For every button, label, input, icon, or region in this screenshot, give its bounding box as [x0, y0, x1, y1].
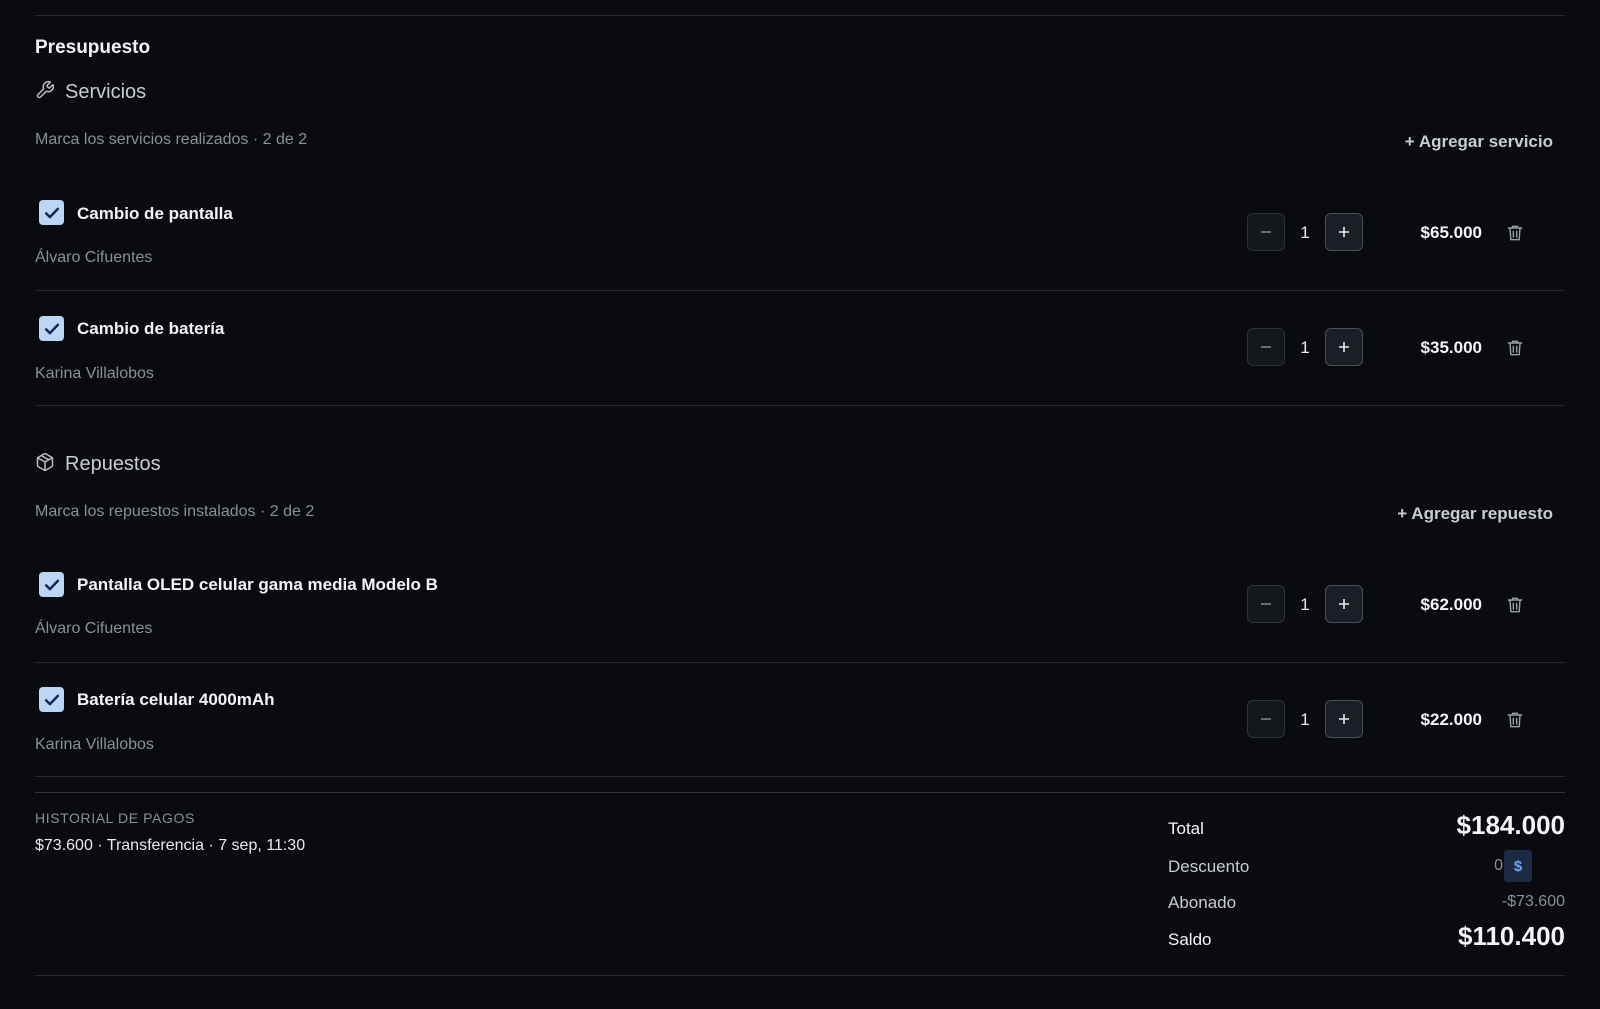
add-part-button[interactable]: + Agregar repuesto [1397, 504, 1553, 524]
part-name: Pantalla OLED celular gama media Modelo … [77, 575, 438, 594]
part-name: Batería celular 4000mAh [77, 690, 275, 709]
parts-header: Repuestos [35, 452, 161, 477]
item-price: $22.000 [1420, 710, 1482, 729]
bottom-divider [35, 975, 1565, 976]
payment-history-label: HISTORIAL DE PAGOS [35, 810, 195, 826]
services-subtitle: Marca los servicios realizados · 2 de 2 [35, 131, 308, 148]
plus-icon [1339, 714, 1349, 724]
trash-icon [1507, 597, 1523, 613]
item-price: $62.000 [1420, 595, 1482, 614]
balance-label: Saldo [1168, 930, 1212, 949]
payment-entry: $73.600 · Transferencia · 7 sep, 11:30 [35, 837, 306, 854]
delete-item-button[interactable] [1505, 710, 1525, 735]
check-icon [44, 207, 59, 218]
part-checkbox[interactable] [39, 687, 64, 712]
increase-quantity-button[interactable] [1325, 328, 1363, 366]
item-price: $65.000 [1420, 223, 1482, 242]
package-icon [35, 452, 55, 477]
service-row: Cambio de batería Karina Villalobos 1 $3… [35, 290, 1565, 405]
parts-title: Repuestos [65, 453, 161, 475]
trash-icon [1507, 225, 1523, 241]
add-service-button[interactable]: + Agregar servicio [1405, 132, 1553, 152]
decrease-quantity-button[interactable] [1247, 700, 1285, 738]
parts-subtitle: Marca los repuestos instalados · 2 de 2 [35, 503, 315, 520]
part-row: Batería celular 4000mAh Karina Villalobo… [35, 662, 1565, 777]
item-price: $35.000 [1420, 338, 1482, 357]
service-technician: Karina Villalobos [35, 365, 154, 382]
delete-item-button[interactable] [1505, 338, 1525, 363]
plus-icon [1339, 599, 1349, 609]
row-divider [35, 405, 1565, 406]
check-icon [44, 323, 59, 334]
quantity-value: 1 [1300, 710, 1310, 729]
budget-title: Presupuesto [35, 37, 151, 58]
paid-label: Abonado [1168, 893, 1237, 912]
increase-quantity-button[interactable] [1325, 213, 1363, 251]
decrease-quantity-button[interactable] [1247, 585, 1285, 623]
wrench-icon [35, 80, 55, 105]
trash-icon [1507, 712, 1523, 728]
discount-type-toggle[interactable]: $ [1504, 850, 1532, 882]
service-row: Cambio de pantalla Álvaro Cifuentes 1 $6… [35, 175, 1565, 290]
part-row: Pantalla OLED celular gama media Modelo … [35, 547, 1565, 662]
service-checkbox[interactable] [39, 200, 64, 225]
delete-item-button[interactable] [1505, 223, 1525, 248]
quantity-value: 1 [1300, 223, 1310, 242]
summary-panel: Total $184.000 Descuento $ Abonado -$73.… [1168, 808, 1565, 958]
trash-icon [1507, 340, 1523, 356]
services-header: Servicios [35, 80, 146, 105]
balance-value: $110.400 [1457, 921, 1565, 951]
part-technician: Álvaro Cifuentes [35, 620, 153, 637]
service-name: Cambio de batería [77, 319, 225, 338]
check-icon [44, 694, 59, 705]
service-name: Cambio de pantalla [77, 204, 233, 223]
quantity-value: 1 [1300, 595, 1310, 614]
discount-input[interactable] [1463, 857, 1503, 875]
top-divider [35, 15, 1565, 16]
check-icon [44, 579, 59, 590]
quantity-value: 1 [1300, 338, 1310, 357]
minus-icon [1261, 603, 1271, 605]
paid-value: -$73.600 [1501, 893, 1565, 910]
minus-icon [1261, 718, 1271, 720]
service-technician: Álvaro Cifuentes [35, 249, 153, 266]
decrease-quantity-button[interactable] [1247, 213, 1285, 251]
service-checkbox[interactable] [39, 316, 64, 341]
discount-label: Descuento [1168, 857, 1250, 876]
total-label: Total [1168, 819, 1204, 838]
plus-icon [1339, 227, 1349, 237]
part-checkbox[interactable] [39, 572, 64, 597]
delete-item-button[interactable] [1505, 595, 1525, 620]
row-divider [35, 776, 1565, 777]
part-technician: Karina Villalobos [35, 736, 154, 753]
services-title: Servicios [65, 81, 147, 103]
plus-icon [1339, 342, 1349, 352]
increase-quantity-button[interactable] [1325, 585, 1363, 623]
summary-divider [35, 792, 1565, 793]
budget-panel: Presupuesto Servicios Marca los servicio… [35, 0, 1565, 1009]
minus-icon [1261, 231, 1271, 233]
minus-icon [1261, 346, 1271, 348]
total-value: $184.000 [1456, 810, 1565, 840]
increase-quantity-button[interactable] [1325, 700, 1363, 738]
decrease-quantity-button[interactable] [1247, 328, 1285, 366]
